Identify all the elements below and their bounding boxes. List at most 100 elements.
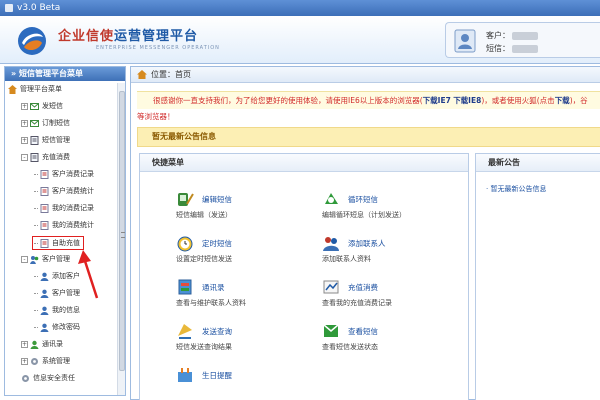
- quick-menu-item-title[interactable]: 通讯录: [202, 282, 225, 293]
- expand-toggle-icon[interactable]: +: [21, 340, 28, 348]
- quick-menu-item[interactable]: 编辑短信 短信编辑（发送）: [176, 190, 326, 220]
- tree-connector: [34, 292, 38, 294]
- tree-connector: [34, 309, 38, 311]
- quick-menu-item[interactable]: 添加联系人 添加联系人资料: [322, 234, 472, 264]
- record-icon: [40, 238, 49, 248]
- download-ie8-link[interactable]: 下载IE8: [453, 96, 481, 105]
- sidebar-item[interactable]: + 通讯录: [21, 338, 63, 350]
- tree-connector: [34, 275, 38, 277]
- news-panel: 最新公告 · 暂无最新公告信息: [475, 153, 600, 400]
- quick-menu-panel: 快捷菜单 编辑短信 短信编辑（发送） 循环短信 编辑循环短息（计划发送） 定时短信 设置定…: [139, 153, 469, 400]
- scrollbar-grip: [121, 232, 125, 238]
- user-card-icon: [454, 29, 476, 53]
- sidebar-item[interactable]: 我的消费统计: [34, 219, 94, 231]
- sidebar-item[interactable]: 添加客户: [34, 270, 80, 282]
- quick-menu-item-title[interactable]: 充值消费: [348, 282, 378, 293]
- sidebar: » 短信管理平台菜单 管理平台菜单 + 发短信 + 订制短信 + 短信管理 - 充值消费 客户消费…: [4, 66, 126, 396]
- quick-menu-item-title[interactable]: 添加联系人: [348, 238, 386, 249]
- quick-menu-item-desc: 短信发送查询结果: [176, 343, 232, 351]
- sidebar-item-label: 我的消费记录: [52, 204, 94, 212]
- sidebar-item-label: 信息安全责任: [33, 374, 75, 382]
- sidebar-item-label: 客户消费记录: [52, 170, 94, 178]
- sidebar-item[interactable]: 我的信息: [34, 304, 80, 316]
- customer-value-redacted: [512, 31, 538, 40]
- sidebar-item[interactable]: 管理平台菜单: [8, 83, 62, 95]
- sidebar-scrollbar[interactable]: [117, 83, 125, 395]
- quick-menu-item-title[interactable]: 生日提醒: [202, 370, 232, 381]
- sidebar-item[interactable]: 修改密码: [34, 321, 80, 333]
- sidebar-item-label: 自助充值: [52, 239, 80, 247]
- quick-menu-item[interactable]: 充值消费查看我的充值消费记录: [322, 278, 472, 308]
- window-title: v3.0 Beta: [17, 3, 61, 13]
- brand-title-red: 企业信使: [58, 29, 115, 44]
- notice-tail: 等浏览器！: [137, 112, 175, 121]
- quick-menu-item-desc: 查看短信发送状态: [322, 343, 378, 351]
- quick-menu-item[interactable]: 通讯录 查看与维护联系人资料: [176, 278, 326, 308]
- contacts-icon: [30, 340, 39, 349]
- address-book-icon: [178, 279, 192, 295]
- sidebar-item-label: 修改密码: [52, 323, 80, 331]
- sidebar-item[interactable]: + 短信管理: [21, 134, 70, 146]
- download-firefox-link[interactable]: 下载: [555, 96, 570, 105]
- quick-menu-item[interactable]: 循环短信 编辑循环短息（计划发送）: [322, 190, 472, 220]
- sidebar-item[interactable]: + 发短信: [21, 100, 63, 112]
- quick-menu-item-title[interactable]: 循环短信: [348, 194, 378, 205]
- expand-toggle-icon[interactable]: +: [21, 357, 28, 365]
- sidebar-item[interactable]: 我的消费记录: [34, 202, 94, 214]
- quick-menu-item[interactable]: 查看短信查看短信发送状态: [322, 322, 472, 352]
- user-icon: [40, 323, 49, 332]
- quick-menu-item[interactable]: 生日提醒: [176, 366, 326, 396]
- tree-connector: [34, 242, 38, 244]
- expand-toggle-icon[interactable]: +: [21, 119, 28, 127]
- loop-sms-icon: [325, 193, 338, 204]
- sidebar-item-label: 订制短信: [42, 119, 70, 127]
- sidebar-item[interactable]: 客户管理: [34, 287, 80, 299]
- news-item[interactable]: · 暂无最新公告信息: [486, 184, 546, 194]
- quick-menu-item-desc: 查看我的充值消费记录: [322, 299, 392, 307]
- quick-menu-item[interactable]: 发送查询短信发送查询结果: [176, 322, 326, 352]
- sidebar-item-label: 充值消费: [42, 153, 70, 161]
- sidebar-item[interactable]: 信息安全责任: [21, 372, 75, 384]
- tree-connector: [34, 326, 38, 328]
- annotation-arrow-icon: [78, 250, 99, 299]
- quick-menu-item[interactable]: 定时短信设置定时短信发送: [176, 234, 326, 264]
- sidebar-item[interactable]: + 系统管理: [21, 355, 70, 367]
- announcement-bar: 暂无最新公告信息: [137, 127, 600, 147]
- user-info-box: 客户： 短信：: [445, 22, 600, 58]
- expand-toggle-icon[interactable]: +: [21, 136, 28, 144]
- main-content: 位置： 首页 很感谢你一直支持我们，为了给您更好的使用体验，请使用IE6以上版本的…: [130, 66, 600, 400]
- sidebar-item[interactable]: + 订制短信: [21, 117, 70, 129]
- breadcrumb-page[interactable]: 首页: [175, 69, 191, 80]
- user-icon: [40, 289, 49, 298]
- user-icon: [40, 306, 49, 315]
- sidebar-item[interactable]: - 充值消费: [21, 151, 70, 163]
- customer-line: 客户：: [486, 30, 538, 41]
- quick-menu-item-title[interactable]: 编辑短信: [202, 194, 232, 205]
- customer-label: 客户：: [486, 31, 510, 40]
- quick-menu-item-title[interactable]: 查看短信: [348, 326, 378, 337]
- brand-logo-icon: [18, 27, 46, 55]
- quick-menu-item-title[interactable]: 定时短信: [202, 238, 232, 249]
- tree-connector: [34, 173, 38, 175]
- download-ie7-link[interactable]: 下载IE7: [423, 96, 451, 105]
- sidebar-item[interactable]: - 客户管理: [21, 253, 70, 265]
- notice-text-3: )，谷: [569, 96, 588, 105]
- quick-menu-item-title[interactable]: 发送查询: [202, 326, 232, 337]
- record-icon: [40, 186, 49, 196]
- sidebar-item[interactable]: 客户消费统计: [34, 185, 94, 197]
- view-sms-icon: [323, 324, 339, 337]
- quick-menu-item-desc: 设置定时短信发送: [176, 255, 232, 263]
- sidebar-item-label: 发短信: [42, 102, 63, 110]
- breadcrumb: 位置： 首页: [131, 67, 600, 83]
- notice-text: 很感谢你一直支持我们，为了给您更好的使用体验，请使用IE6以上版本的浏览器(: [153, 96, 423, 105]
- sidebar-item[interactable]: 客户消费记录: [34, 168, 94, 180]
- sms-value-redacted: [512, 44, 538, 53]
- expand-toggle-icon[interactable]: +: [21, 102, 28, 110]
- alarm-clock-icon: [177, 236, 193, 252]
- scrollbar-thumb[interactable]: [119, 91, 125, 371]
- sidebar-item-label: 通讯录: [42, 340, 63, 348]
- announcement-text: 暂无最新公告信息: [152, 132, 216, 141]
- mail-icon: [30, 119, 39, 127]
- collapse-toggle-icon[interactable]: -: [21, 153, 28, 161]
- collapse-toggle-icon[interactable]: -: [21, 255, 28, 263]
